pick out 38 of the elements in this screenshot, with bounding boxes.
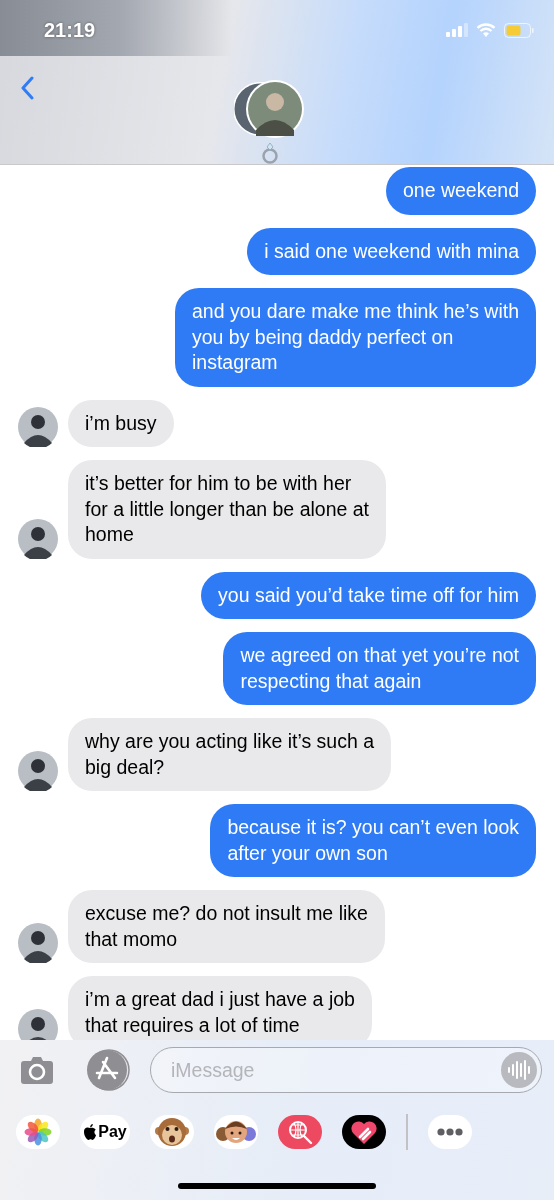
- avatar[interactable]: [18, 407, 58, 447]
- avatar[interactable]: [18, 751, 58, 791]
- apple-pay-app[interactable]: Pay: [80, 1115, 130, 1149]
- signal-icon: [446, 23, 468, 37]
- status-time: 21:19: [44, 18, 96, 42]
- message-bubble: it’s better for him to be with her for a little longer than be alone at home: [68, 460, 387, 559]
- wifi-icon: [476, 22, 496, 38]
- pay-label: Pay: [98, 1123, 127, 1141]
- photos-app[interactable]: [16, 1115, 60, 1149]
- monkey-icon: [155, 1116, 189, 1148]
- back-icon[interactable]: [20, 76, 34, 100]
- flower-icon: [24, 1118, 52, 1146]
- memoji-app[interactable]: [214, 1115, 258, 1149]
- message-bubble: i said one weekend with mina: [247, 227, 536, 275]
- message-bubble: you said you’d take time off for him: [201, 571, 536, 619]
- avatar[interactable]: [18, 923, 58, 963]
- avatar[interactable]: [18, 518, 58, 559]
- message-bubble: one weekend: [386, 167, 536, 215]
- ring-icon: [261, 142, 279, 164]
- image-search-app[interactable]: [278, 1115, 322, 1149]
- more-icon: [437, 1128, 463, 1136]
- message-bubble: why are you acting like it’s such a big deal?: [68, 718, 392, 791]
- message-bubble: we agreed on that yet you’re not respecting that again: [223, 632, 536, 705]
- message-bubble: i’m busy: [68, 399, 174, 447]
- heart-icon: [350, 1119, 378, 1145]
- camera-icon[interactable]: [21, 1056, 53, 1084]
- globe-search-icon: [287, 1119, 313, 1145]
- battery-icon: [504, 22, 534, 38]
- message-bubble: and you dare make me think he’s with you by being daddy perfect on instagram: [175, 288, 536, 387]
- message-bubble: because it is? you can’t even look after your own son: [210, 804, 536, 877]
- message-bubble: i’m a great dad i just have a job that requires a lot of time: [68, 976, 372, 1040]
- message-bubble: excuse me? do not insult me like that momo: [68, 890, 385, 963]
- app-store-icon[interactable]: [86, 1048, 130, 1092]
- group-avatar[interactable]: [234, 80, 306, 138]
- digital-touch-app[interactable]: [342, 1115, 386, 1149]
- apple-icon: [83, 1123, 98, 1141]
- more-apps-button[interactable]: [428, 1115, 472, 1149]
- animoji-app[interactable]: [150, 1115, 194, 1149]
